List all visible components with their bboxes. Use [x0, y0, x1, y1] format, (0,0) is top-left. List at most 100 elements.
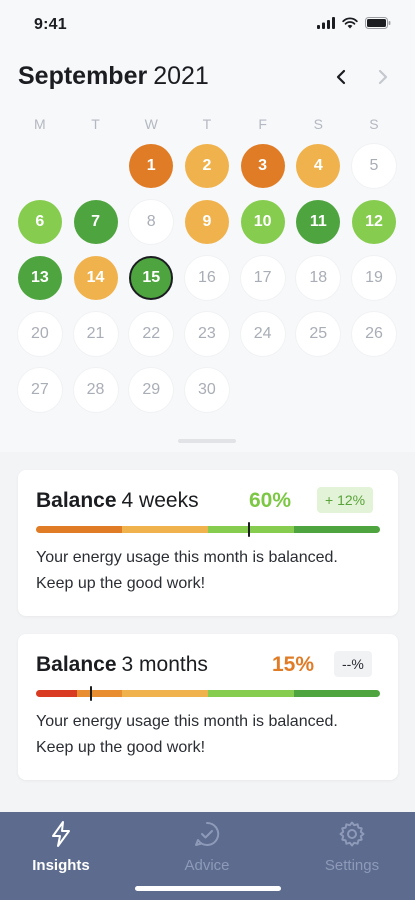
calendar-cell: 15	[123, 256, 179, 312]
card-title-period: 4 weeks	[121, 489, 199, 512]
calendar-cell: 23	[179, 312, 235, 368]
calendar-blank	[12, 144, 68, 200]
balance-bar	[36, 526, 380, 533]
calendar-day[interactable]: 27	[17, 368, 62, 412]
status-icons	[317, 17, 391, 29]
weekday-label: F	[258, 116, 267, 132]
card-title-bold: Balance	[36, 489, 117, 512]
battery-icon	[365, 17, 391, 29]
calendar-cell: 19	[346, 256, 402, 312]
calendar-day[interactable]: 9	[184, 200, 229, 244]
calendar-day[interactable]: 8	[129, 200, 174, 244]
card-title-period: 3 months	[121, 653, 208, 676]
calendar-cell: 16	[179, 256, 235, 312]
calendar-day[interactable]: 11	[296, 200, 341, 244]
calendar-day[interactable]: 26	[351, 312, 396, 356]
bar-segment	[207, 690, 294, 697]
calendar-day[interactable]: 30	[184, 368, 229, 412]
calendar-cell: 21	[68, 312, 124, 368]
calendar-blank	[68, 144, 124, 200]
calendar-cell: 6	[12, 200, 68, 256]
previous-month-button[interactable]	[330, 66, 352, 88]
calendar-day[interactable]: 17	[240, 256, 285, 300]
bolt-icon	[52, 821, 70, 847]
calendar-cell: 28	[68, 368, 124, 424]
gear-icon	[339, 821, 365, 847]
balance-card-3-months[interactable]: Balance 3 months 15% --% Your energy usag…	[18, 634, 398, 780]
weekday-label: T	[202, 116, 212, 132]
calendar-day[interactable]: 4	[296, 144, 341, 188]
calendar-cell: 25	[290, 312, 346, 368]
calendar-day[interactable]: 13	[17, 256, 62, 300]
weekday-row: M T W T F S S	[12, 116, 403, 132]
month-year: 2021	[153, 62, 209, 90]
calendar-day[interactable]: 7	[73, 200, 118, 244]
calendar-day[interactable]: 25	[296, 312, 341, 356]
weekday-label: M	[34, 116, 46, 132]
calendar-cell: 13	[12, 256, 68, 312]
status-time: 9:41	[34, 16, 67, 33]
tab-label: Insights	[32, 857, 90, 874]
calendar-day[interactable]: 22	[129, 312, 174, 356]
calendar-grid: 1 2 3 4 5 6 7 8 9 10 11 12 13 14 15 16 17 18 19 20 21 22 23 24 2…	[12, 144, 403, 424]
calendar-cell: 1	[123, 144, 179, 200]
calendar-day[interactable]: 18	[296, 256, 341, 300]
bar-segment	[294, 526, 380, 533]
tab-advice[interactable]: Advice	[152, 820, 262, 874]
balance-card-4-weeks[interactable]: Balance 4 weeks 60% + 12% Your energy usa…	[18, 470, 398, 616]
calendar-day[interactable]: 16	[184, 256, 229, 300]
tab-insights[interactable]: Insights	[6, 820, 116, 874]
calendar-day[interactable]: 5	[351, 144, 396, 188]
calendar-cell: 20	[12, 312, 68, 368]
calendar-cell: 5	[346, 144, 402, 200]
bar-segment	[36, 526, 122, 533]
card-title: Balance 3 months	[36, 653, 208, 677]
calendar-cell: 8	[123, 200, 179, 256]
calendar-day[interactable]: 19	[351, 256, 396, 300]
calendar-cell: 17	[235, 256, 291, 312]
signal-icon	[317, 17, 335, 29]
card-description: Your energy usage this month is balanced…	[36, 549, 338, 592]
card-description: Your energy usage this month is balanced…	[36, 713, 338, 756]
calendar-day[interactable]: 3	[240, 144, 285, 188]
tab-settings[interactable]: Settings	[297, 820, 407, 874]
calendar-day[interactable]: 20	[17, 312, 62, 356]
chevron-right-icon	[378, 69, 388, 85]
calendar-day-today[interactable]: 15	[129, 256, 174, 300]
calendar-day[interactable]: 10	[240, 200, 285, 244]
next-month-button[interactable]	[372, 66, 394, 88]
calendar-day[interactable]: 29	[129, 368, 174, 412]
calendar-cell: 29	[123, 368, 179, 424]
calendar-cell: 27	[12, 368, 68, 424]
calendar-day[interactable]: 1	[129, 144, 174, 188]
balance-percent: 15%	[272, 653, 315, 676]
balance-indicator	[248, 522, 251, 537]
calendar-day[interactable]: 12	[351, 200, 396, 244]
calendar-cell: 12	[346, 200, 402, 256]
calendar-day[interactable]: 2	[184, 144, 229, 188]
calendar-cell: 26	[346, 312, 402, 368]
weekday-label: T	[91, 116, 100, 132]
card-title-bold: Balance	[36, 653, 117, 676]
calendar-day[interactable]: 6	[17, 200, 62, 244]
calendar-cell: 2	[179, 144, 235, 200]
bar-segment	[208, 526, 294, 533]
calendar-cell: 10	[235, 200, 291, 256]
calendar-cell: 9	[179, 200, 235, 256]
wifi-icon	[342, 17, 358, 29]
balance-indicator	[90, 686, 93, 701]
weekday-label: W	[144, 116, 158, 132]
calendar-day[interactable]: 28	[73, 368, 118, 412]
sheet-drag-handle[interactable]	[178, 439, 236, 443]
calendar-cell: 14	[68, 256, 124, 312]
bar-segment	[77, 690, 122, 697]
weekday-label: S	[313, 116, 323, 132]
calendar-cell: 4	[290, 144, 346, 200]
calendar-day[interactable]: 21	[73, 312, 118, 356]
status-bar: 9:41	[0, 0, 415, 50]
calendar-day[interactable]: 23	[184, 312, 229, 356]
calendar-day[interactable]: 24	[240, 312, 285, 356]
bar-segment	[36, 690, 78, 697]
calendar-day[interactable]: 14	[73, 256, 118, 300]
chevron-left-icon	[336, 69, 346, 85]
